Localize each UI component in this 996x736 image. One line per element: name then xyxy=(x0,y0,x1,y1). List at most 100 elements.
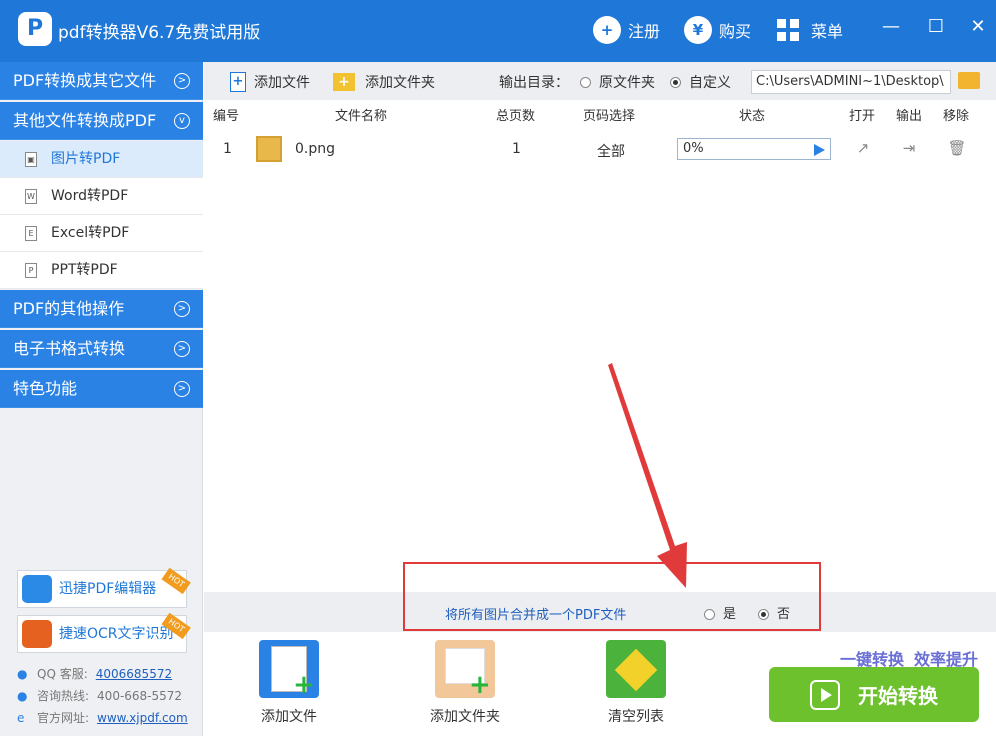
bottom-add-folder-label: 添加文件夹 xyxy=(430,709,500,725)
column-header: 页码选择 xyxy=(583,109,636,124)
qq-icon: ● xyxy=(17,667,28,681)
sidebar: PDF转换成其它文件 > 其他文件转换成PDF v ▣ 图片转PDF W Wor… xyxy=(0,62,203,736)
category-pdf-to-other[interactable]: PDF转换成其它文件 > xyxy=(0,62,203,100)
option-original-folder[interactable]: 原文件夹 xyxy=(580,71,655,93)
column-header: 状态 xyxy=(739,109,766,124)
column-header: 打开 xyxy=(849,109,876,124)
maximize-button[interactable]: ☐ xyxy=(921,14,951,40)
row-filename: 0.png xyxy=(295,141,336,157)
category-special-features[interactable]: 特色功能 > xyxy=(0,370,203,408)
user-icon: + xyxy=(593,16,621,44)
radio-original[interactable] xyxy=(580,76,591,88)
buy-label: 购买 xyxy=(719,22,752,41)
bottom-add-file-label: 添加文件 xyxy=(261,709,317,725)
broom-icon xyxy=(606,640,666,698)
promo-label: 迅捷PDF编辑器 xyxy=(59,581,157,597)
option-custom-label: 自定义 xyxy=(689,75,731,91)
option-original-label: 原文件夹 xyxy=(599,75,655,91)
option-custom-folder[interactable]: 自定义 xyxy=(670,71,731,93)
sidebar-item-label: Word转PDF xyxy=(51,188,129,204)
minimize-button[interactable]: — xyxy=(876,14,906,40)
menu-grid-icon xyxy=(777,19,799,41)
contact-hotline: ● 咨询热线: 400-668-5572 xyxy=(17,689,183,703)
radio-custom[interactable] xyxy=(670,76,681,88)
sidebar-item-excel-to-pdf[interactable]: E Excel转PDF xyxy=(0,215,203,252)
column-header: 移除 xyxy=(943,109,970,124)
add-file-large-icon: + xyxy=(259,640,319,700)
add-file-icon: + xyxy=(230,72,246,92)
contact-website: e 官方网址: www.xjpdf.com xyxy=(17,711,188,725)
app-logo-icon: P xyxy=(18,12,52,46)
row-index: 1 xyxy=(223,141,232,157)
pdf-editor-icon xyxy=(22,575,52,603)
category-label: 其他文件转换成PDF xyxy=(13,111,157,130)
sidebar-item-image-to-pdf[interactable]: ▣ 图片转PDF xyxy=(0,141,203,178)
promo-label: 捷速OCR文字识别 xyxy=(59,626,174,642)
bottom-add-file-button[interactable]: + 添加文件 xyxy=(239,640,339,726)
chevron-down-icon: v xyxy=(174,113,190,129)
add-folder-icon: + xyxy=(333,73,355,91)
category-pdf-other-ops[interactable]: PDF的其他操作 > xyxy=(0,290,203,328)
output-file-icon[interactable]: ⇥ xyxy=(899,138,919,158)
register-button[interactable]: + 注册 xyxy=(593,15,660,45)
ppt-file-icon: P xyxy=(25,263,37,278)
phone-icon: ● xyxy=(17,689,28,703)
column-header: 文件名称 xyxy=(335,109,388,124)
sidebar-item-word-to-pdf[interactable]: W Word转PDF xyxy=(0,178,203,215)
category-label: 电子书格式转换 xyxy=(13,339,126,358)
chevron-right-icon: > xyxy=(174,381,190,397)
category-ebook-convert[interactable]: 电子书格式转换 > xyxy=(0,330,203,368)
play-icon[interactable] xyxy=(814,144,825,156)
promo-ocr[interactable]: 捷速OCR文字识别 HOT xyxy=(17,612,191,653)
add-folder-button[interactable]: + 添加文件夹 xyxy=(333,71,435,93)
hotline-value: 400-668-5572 xyxy=(97,689,183,703)
row-status-progress[interactable]: 0% xyxy=(677,138,831,160)
promo-pdf-editor[interactable]: 迅捷PDF编辑器 HOT xyxy=(17,567,191,608)
close-button[interactable]: ✕ xyxy=(963,14,993,40)
start-convert-button[interactable]: 开始转换 xyxy=(769,667,979,722)
hot-badge: HOT xyxy=(161,567,191,595)
category-label: 特色功能 xyxy=(13,379,78,398)
status-percent: 0% xyxy=(683,141,704,156)
register-label: 注册 xyxy=(628,22,661,41)
add-file-label: 添加文件 xyxy=(254,75,310,91)
start-convert-label: 开始转换 xyxy=(858,684,938,708)
column-header: 输出 xyxy=(896,109,923,124)
file-table-header: 编号 文件名称 总页数 页码选择 状态 打开 输出 移除 xyxy=(204,101,996,125)
image-file-icon xyxy=(256,136,282,162)
open-file-icon[interactable]: ↗ xyxy=(853,138,873,158)
image-file-icon: ▣ xyxy=(25,152,37,167)
buy-button[interactable]: ¥ 购买 xyxy=(684,15,751,45)
row-pages: 1 xyxy=(512,141,521,157)
row-page-select[interactable]: 全部 xyxy=(597,141,625,161)
sidebar-item-label: 图片转PDF xyxy=(51,151,121,167)
sidebar-item-label: PPT转PDF xyxy=(51,262,118,278)
chevron-right-icon: > xyxy=(174,341,190,357)
play-icon xyxy=(810,679,840,710)
word-file-icon: W xyxy=(25,189,37,204)
yen-icon: ¥ xyxy=(684,16,712,44)
contact-qq: ● QQ 客服: 4006685572 xyxy=(17,667,173,681)
qq-link[interactable]: 4006685572 xyxy=(96,667,172,681)
add-folder-label: 添加文件夹 xyxy=(365,75,435,91)
category-label: PDF转换成其它文件 xyxy=(13,71,157,90)
annotation-arrow xyxy=(608,363,687,588)
browser-icon: e xyxy=(17,711,25,725)
sidebar-item-ppt-to-pdf[interactable]: P PPT转PDF xyxy=(0,252,203,289)
clear-list-button[interactable]: 清空列表 xyxy=(586,640,686,726)
remove-file-icon[interactable]: 🗑 xyxy=(947,138,967,158)
menu-button[interactable]: 菜单 xyxy=(777,15,843,45)
output-dir-label: 输出目录： xyxy=(499,75,569,91)
ocr-icon xyxy=(22,620,52,648)
add-folder-large-icon: + xyxy=(435,640,495,700)
column-header: 编号 xyxy=(213,109,240,124)
bottom-add-folder-button[interactable]: + 添加文件夹 xyxy=(415,640,515,726)
sidebar-item-label: Excel转PDF xyxy=(51,225,130,241)
add-file-button[interactable]: + 添加文件 xyxy=(230,71,310,93)
excel-file-icon: E xyxy=(25,226,37,241)
clear-list-label: 清空列表 xyxy=(608,709,664,725)
browse-folder-icon[interactable] xyxy=(958,72,980,89)
category-other-to-pdf[interactable]: 其他文件转换成PDF v xyxy=(0,102,203,140)
output-path-input[interactable]: C:\Users\ADMINI~1\Desktop\ xyxy=(751,70,951,94)
website-link[interactable]: www.xjpdf.com xyxy=(97,711,188,725)
